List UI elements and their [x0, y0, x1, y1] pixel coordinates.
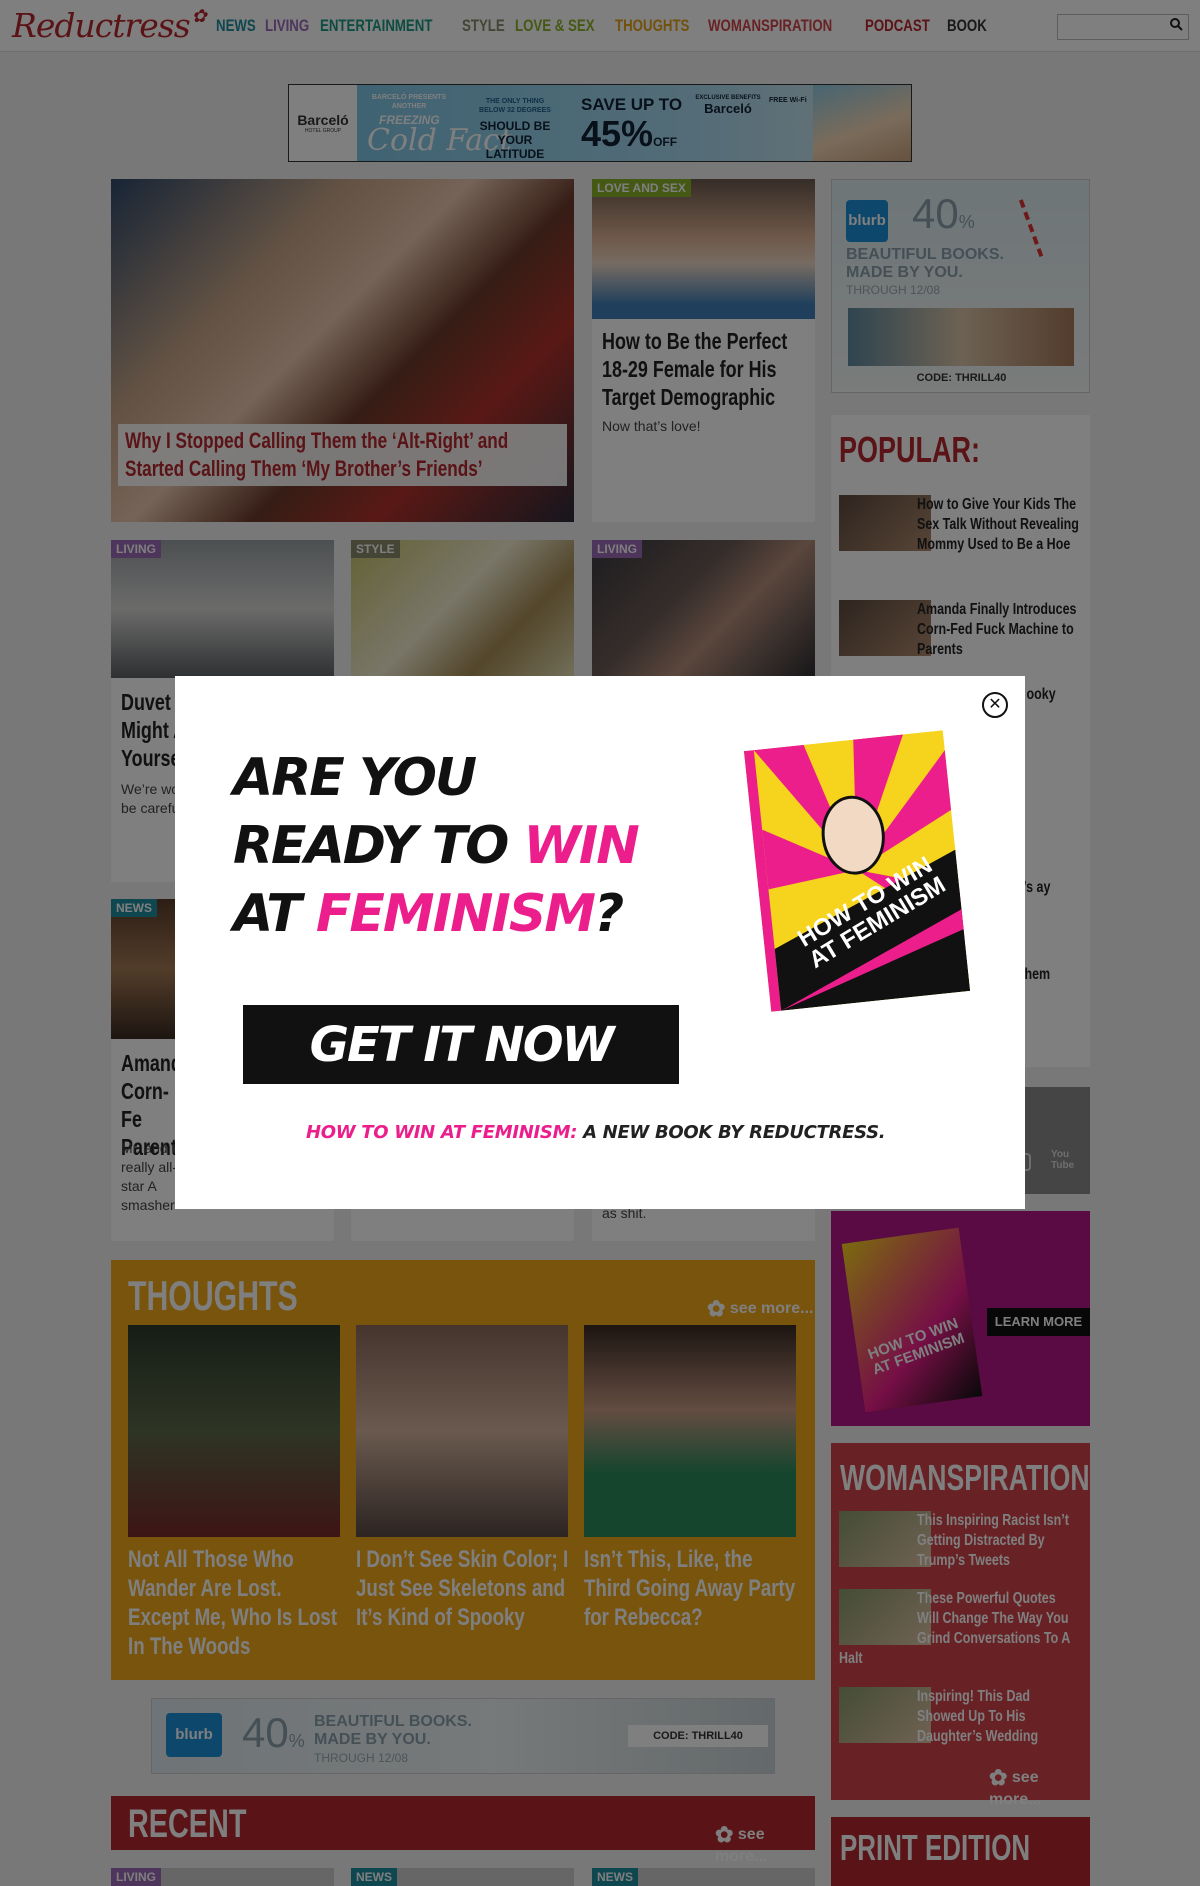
- modal-headline-line3: AT FEMINISM?: [233, 884, 624, 944]
- modal-headline-line1: ARE YOU: [233, 748, 477, 808]
- modal-tagline: HOW TO WIN AT FEMINISM: A NEW BOOK BY RE…: [306, 1122, 886, 1143]
- book-promo-modal: ✕ ARE YOU READY TO WIN AT FEMINISM? GET …: [175, 676, 1025, 1209]
- close-icon[interactable]: ✕: [982, 692, 1008, 718]
- modal-headline-line2: READY TO WIN: [233, 816, 640, 876]
- get-it-now-button[interactable]: GET IT NOW: [243, 1005, 679, 1084]
- book-cover-image[interactable]: HOW TO WIN AT FEMINISM: [743, 730, 971, 1012]
